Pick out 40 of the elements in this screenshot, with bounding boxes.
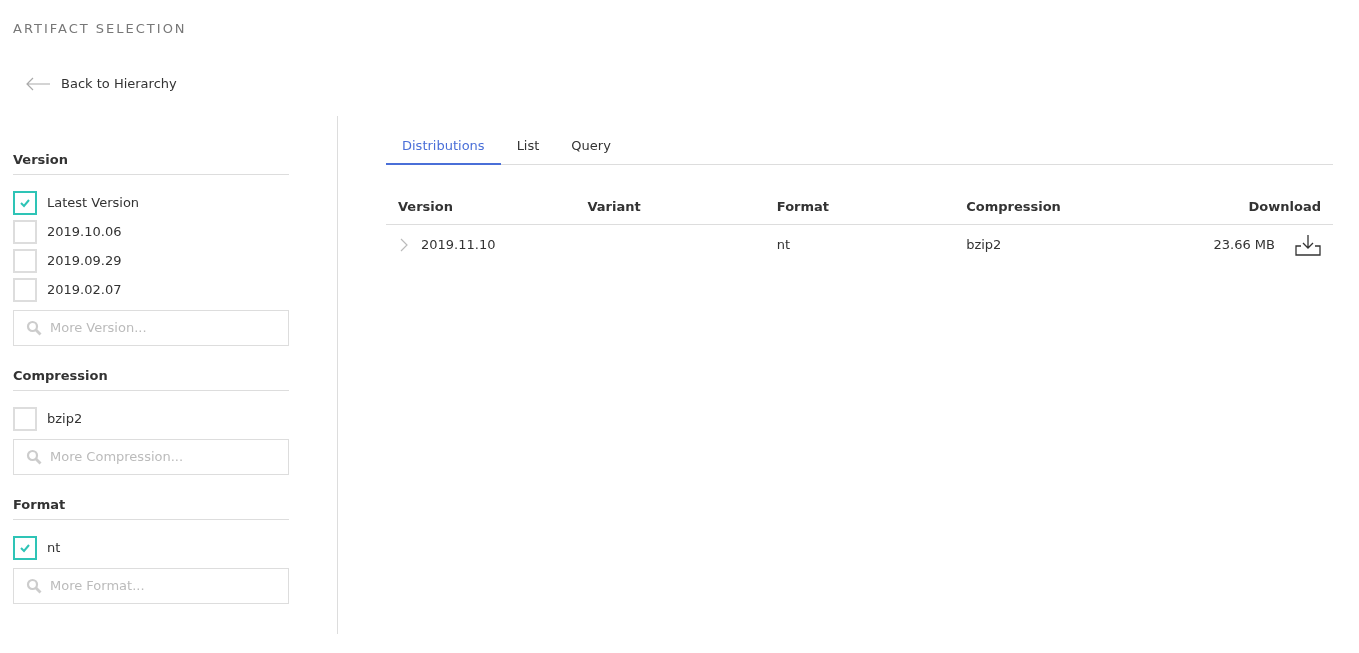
tab[interactable]: List xyxy=(500,135,556,165)
checkbox[interactable] xyxy=(13,406,37,431)
tab[interactable]: Distributions xyxy=(386,135,501,165)
option-label: Latest Version xyxy=(47,195,140,210)
filter-heading: Format xyxy=(13,496,289,520)
search-field[interactable]: More Version... xyxy=(13,309,289,346)
check-icon xyxy=(19,542,31,553)
left-arrow-icon xyxy=(25,76,51,91)
option-label: 2019.10.06 xyxy=(47,224,122,239)
search-icon xyxy=(26,319,42,336)
page-title: ARTIFACT SELECTION xyxy=(13,20,188,38)
option-label: bzip2 xyxy=(47,411,83,426)
tab[interactable]: Query xyxy=(555,135,627,165)
table-cell: nt xyxy=(776,237,791,252)
table-cell: bzip2 xyxy=(966,237,1002,252)
checkbox[interactable] xyxy=(13,535,37,560)
back-link[interactable]: Back to Hierarchy xyxy=(25,76,177,91)
option-label: 2019.02.07 xyxy=(47,282,122,297)
checkbox[interactable] xyxy=(13,190,37,215)
checkbox[interactable] xyxy=(13,248,37,273)
filter-heading: Compression xyxy=(13,367,289,391)
file-size: 23.66 MB xyxy=(1213,237,1275,252)
column-header: Format xyxy=(764,190,955,224)
column-header: Download xyxy=(1143,190,1333,224)
table-cell: 2019.11.10 xyxy=(421,237,496,252)
checkbox[interactable] xyxy=(13,277,37,302)
check-icon xyxy=(19,197,31,208)
filter-heading: Version xyxy=(13,151,289,175)
column-header: Compression xyxy=(954,190,1144,224)
checkbox[interactable] xyxy=(13,219,37,244)
column-header: Variant xyxy=(575,190,765,224)
chevron-icon[interactable] xyxy=(400,237,408,252)
search-icon xyxy=(26,577,42,594)
search-field[interactable]: More Format... xyxy=(13,567,289,604)
option-label: 2019.09.29 xyxy=(47,253,122,268)
option-label: nt xyxy=(47,540,61,555)
download-icon[interactable] xyxy=(1295,233,1321,256)
search-field[interactable]: More Compression... xyxy=(13,438,289,475)
search-icon xyxy=(26,448,42,465)
column-header: Version xyxy=(386,190,576,224)
